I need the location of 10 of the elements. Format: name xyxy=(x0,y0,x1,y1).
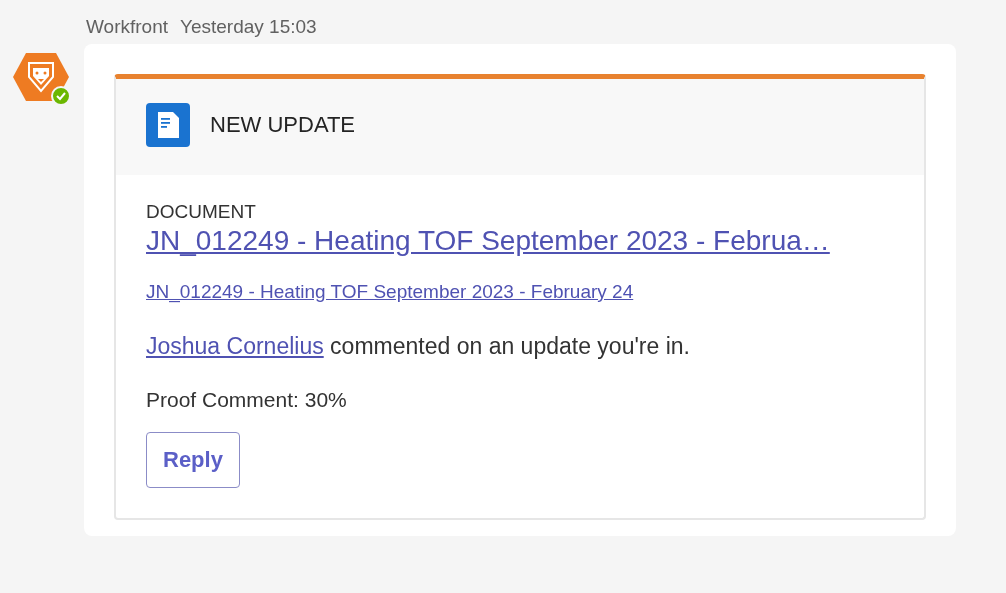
message-time: Yesterday 15:03 xyxy=(180,15,317,39)
sender-name: Workfront xyxy=(86,15,168,39)
document-title-link[interactable]: JN_012249 - Heating TOF September 2023 - Februa… xyxy=(146,225,830,257)
card-title: NEW UPDATE xyxy=(210,112,356,138)
type-label: DOCUMENT xyxy=(146,201,256,223)
reply-button[interactable]: Reply xyxy=(146,432,240,488)
document-link[interactable]: JN_012249 - Heating TOF September 2023 - February 24 xyxy=(146,281,634,303)
person-link[interactable]: Joshua Cornelius xyxy=(146,333,324,359)
comment-text: Proof Comment: 30% xyxy=(146,388,347,412)
activity-text: Joshua Cornelius commented on an update you're in. xyxy=(146,333,690,360)
